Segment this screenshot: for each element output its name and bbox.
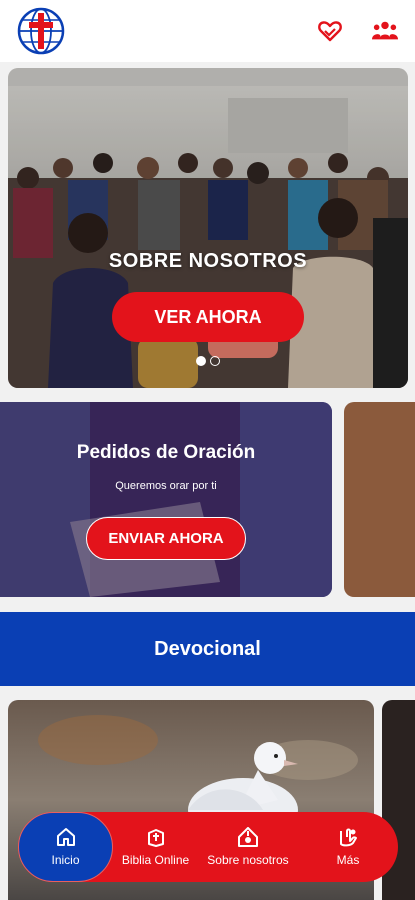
- hands-heart-icon[interactable]: [317, 18, 343, 44]
- carousel-dot-2[interactable]: [210, 356, 220, 366]
- bottom-navigation: Inicio Biblia Online Sobre nosotros Más: [18, 812, 398, 882]
- hero-title: SOBRE NOSOTROS: [108, 250, 308, 272]
- nav-label-biblia-online: Biblia Online: [121, 853, 190, 867]
- nav-item-sobre-nosotros[interactable]: Sobre nosotros: [198, 812, 298, 882]
- hand-heart-icon: [340, 828, 357, 847]
- ver-ahora-button[interactable]: VER AHORA: [112, 292, 304, 342]
- app-screen: SOBRE NOSOTROS VER AHORA Pedidos de Orac…: [0, 0, 415, 900]
- prayer-requests-card[interactable]: Pedidos de Oración Queremos orar por ti …: [0, 402, 332, 597]
- nav-label-inicio: Inicio: [51, 853, 80, 867]
- carousel-dot-1[interactable]: [196, 356, 206, 366]
- bible-icon: [147, 829, 164, 847]
- carousel-indicator: [8, 356, 408, 366]
- people-group-icon[interactable]: [372, 18, 398, 44]
- devotional-section-header[interactable]: Devocional: [0, 612, 415, 686]
- top-header: [0, 0, 415, 62]
- home-icon: [56, 828, 75, 846]
- nav-item-biblia-online[interactable]: Biblia Online: [113, 812, 198, 882]
- nav-label-sobre-nosotros: Sobre nosotros: [207, 853, 289, 867]
- church-cross-globe-logo[interactable]: [17, 7, 65, 55]
- nav-item-inicio[interactable]: Inicio: [18, 812, 113, 882]
- prayer-card-subtitle: Queremos orar por ti: [115, 480, 217, 492]
- prayer-photo-bible-hands: [0, 402, 332, 597]
- nav-item-mas[interactable]: Más: [298, 812, 398, 882]
- nav-label-mas: Más: [336, 853, 360, 867]
- enviar-ahora-button[interactable]: ENVIAR AHORA: [86, 517, 246, 560]
- prayer-card-title: Pedidos de Oración: [76, 442, 256, 463]
- church-icon: [238, 827, 258, 847]
- next-card-peek[interactable]: [344, 402, 415, 597]
- hero-carousel[interactable]: SOBRE NOSOTROS VER AHORA: [8, 68, 408, 388]
